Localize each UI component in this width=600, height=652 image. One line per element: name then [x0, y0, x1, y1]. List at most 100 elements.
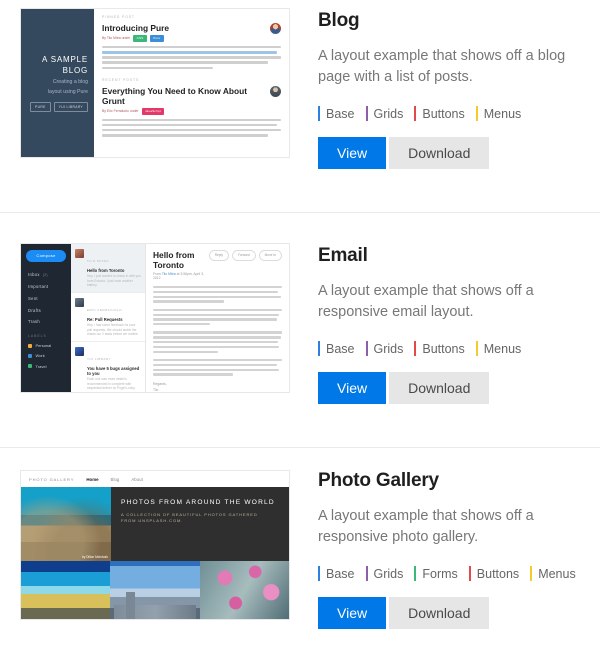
gallery-tag-forms[interactable]: Forms — [414, 566, 458, 581]
text-line — [102, 61, 269, 64]
email-moveto-button[interactable]: Move to — [258, 250, 282, 261]
blog-tag-menus[interactable]: Menus — [475, 106, 521, 121]
photo-gallery-layout-thumbnail[interactable]: PHOTO GALLERY Home Blog About by Dillon … — [20, 470, 290, 620]
tag-bar-icon — [414, 106, 417, 121]
blog-thumb-post-1-title[interactable]: Introducing Pure — [102, 23, 169, 33]
blog-thumb-tagline-line2: layout using Pure — [47, 89, 88, 95]
gallery-tag-base[interactable]: Base — [318, 566, 355, 581]
email-thumb-detail-pane: Hello from Toronto From Tilo Mitra at 3:… — [146, 244, 289, 392]
nav-label: Sent — [28, 295, 38, 301]
email-thumb-nav-inbox[interactable]: Inbox (2) — [26, 269, 66, 281]
gallery-thumb-nav-home[interactable]: Home — [86, 477, 98, 482]
email-thumb-paragraph — [153, 331, 282, 353]
blog-tag-buttons[interactable]: Buttons — [414, 106, 465, 121]
blog-thumb-post-1-pill-css[interactable]: CSS — [133, 35, 147, 42]
blog-thumb-post-2-byline: By Eric Ferraiuolo under — [102, 109, 139, 114]
email-thumb-nav-sent[interactable]: Sent — [26, 292, 66, 304]
gallery-tag-menus[interactable]: Menus — [530, 566, 576, 581]
email-download-button[interactable]: Download — [389, 372, 490, 404]
avatar — [75, 297, 84, 307]
email-thumb-paragraph — [153, 286, 282, 303]
email-tag-base[interactable]: Base — [318, 341, 355, 356]
blog-thumb-pinned-kicker: PINNED POST — [102, 15, 135, 19]
blog-tag-base[interactable]: Base — [318, 106, 355, 121]
text-line — [102, 118, 281, 122]
layout-row-email: Compose Inbox (2) Important Sent Drafts … — [0, 213, 600, 448]
gallery-thumb-brand[interactable]: PHOTO GALLERY — [29, 477, 74, 482]
email-thumb-list-item[interactable]: YUI LIBRARY You have 5 bugs assigned to … — [71, 342, 145, 392]
photo-gallery-view-button[interactable]: View — [318, 597, 387, 629]
nav-label: Drafts — [28, 307, 41, 313]
text-line — [153, 318, 277, 321]
blog-view-button[interactable]: View — [318, 137, 387, 169]
email-view-button[interactable]: View — [318, 372, 387, 404]
blog-thumb-post-2-title[interactable]: Everything You Need to Know About Grunt — [102, 86, 266, 106]
email-thumb-signoff-2: Tilo — [153, 387, 159, 392]
blog-thumb-post-1-pill-pure[interactable]: Pure — [149, 35, 164, 42]
gallery-tag-grids[interactable]: Grids — [365, 566, 403, 581]
email-thumb-nav: Inbox (2) Important Sent Drafts Trash — [26, 269, 66, 328]
text-line — [153, 358, 282, 362]
tag-bar-icon — [468, 566, 471, 581]
blog-tag-list: Base Grids Buttons Menus — [318, 106, 590, 121]
label-text: Work — [35, 353, 45, 359]
email-thumb-detail-head: Hello from Toronto From Tilo Mitra at 3:… — [153, 250, 282, 280]
blog-download-button[interactable]: Download — [389, 137, 490, 169]
blog-thumb-post-1-byline: By Tilo Mitra under — [102, 36, 131, 41]
blog-thumb-post-2-avatar — [270, 85, 281, 97]
blog-thumbnail-column: A SAMPLE BLOG Creating a blog layout usi… — [0, 0, 310, 212]
meta-sender[interactable]: Tilo Mitra — [162, 272, 176, 276]
text-line — [153, 295, 281, 298]
gallery-thumb-hero-photo: by Dillon McIntosh — [21, 487, 111, 561]
text-line — [153, 300, 224, 303]
email-description: A layout example that shows off a respon… — [318, 283, 534, 320]
tag-bar-icon — [414, 566, 417, 581]
gallery-thumb-photo-city[interactable] — [110, 561, 200, 619]
layout-row-blog: A SAMPLE BLOG Creating a blog layout usi… — [0, 0, 600, 213]
photo-gallery-download-button[interactable]: Download — [389, 597, 490, 629]
avatar — [75, 248, 84, 258]
email-thumb-nav-important[interactable]: Important — [26, 281, 66, 293]
gallery-thumb-photo-blossom[interactable] — [199, 561, 289, 619]
email-tag-buttons[interactable]: Buttons — [414, 341, 465, 356]
email-reply-button[interactable]: Reply — [208, 250, 229, 261]
gallery-thumb-photo-field[interactable] — [21, 561, 111, 619]
blog-description: A layout example that shows off a blog p… — [318, 48, 566, 85]
gallery-thumb-photo-grid — [21, 561, 289, 619]
text-line — [153, 336, 281, 339]
blog-thumb-post-2-pill-javascript[interactable]: JavaScript — [141, 107, 165, 115]
email-thumb-label-work[interactable]: Work — [26, 351, 66, 361]
gallery-tag-buttons[interactable]: Buttons — [468, 566, 519, 581]
avatar — [75, 346, 84, 356]
email-layout-thumbnail[interactable]: Compose Inbox (2) Important Sent Drafts … — [20, 243, 290, 393]
email-thumb-message-list: TILO MITRA Hello from Toronto Hey, I jus… — [71, 244, 146, 392]
email-thumb-detail-meta: From Tilo Mitra at 3:56pm, April 3, 2012 — [153, 272, 209, 280]
email-thumb-list-item[interactable]: ERIC FERRAIUOLO Re: Pull Requests Hey, I… — [71, 293, 145, 342]
text-line — [153, 290, 279, 294]
blog-layout-thumbnail[interactable]: A SAMPLE BLOG Creating a blog layout usi… — [20, 8, 290, 158]
email-tag-menus[interactable]: Menus — [475, 341, 521, 356]
gallery-thumb-nav-about[interactable]: About — [131, 477, 142, 482]
blog-tag-grids[interactable]: Grids — [365, 106, 403, 121]
tag-bar-icon — [365, 341, 368, 356]
email-thumb-label-travel[interactable]: Travel — [26, 361, 66, 371]
email-thumbnail-column: Compose Inbox (2) Important Sent Drafts … — [0, 213, 310, 447]
blog-thumb-post-2-head: Everything You Need to Know About Grunt … — [102, 85, 281, 115]
text-line — [102, 128, 281, 132]
gallery-thumb-nav-blog[interactable]: Blog — [111, 477, 120, 482]
email-thumb-compose-button[interactable]: Compose — [26, 250, 66, 262]
email-thumb-label-personal[interactable]: Personal — [26, 341, 66, 351]
email-thumb-nav-drafts[interactable]: Drafts — [26, 304, 66, 316]
blog-thumb-post-1-meta: By Tilo Mitra under CSS Pure — [102, 35, 169, 42]
blog-thumb-yui-button[interactable]: YUI LIBRARY — [53, 102, 88, 112]
blog-thumb-post-2-meta: By Eric Ferraiuolo under JavaScript — [102, 107, 266, 115]
blog-thumb-tagline-line1: Creating a blog — [52, 79, 88, 85]
email-tag-grids[interactable]: Grids — [365, 341, 403, 356]
email-forward-button[interactable]: Forward — [231, 250, 256, 261]
email-thumb-paragraph — [153, 308, 282, 326]
gallery-thumbnail-column: PHOTO GALLERY Home Blog About by Dillon … — [0, 448, 310, 652]
email-thumb-list-item[interactable]: TILO MITRA Hello from Toronto Hey, I jus… — [71, 244, 145, 293]
email-thumb-nav-trash[interactable]: Trash — [26, 316, 66, 328]
text-line — [153, 313, 280, 316]
blog-thumb-pure-button[interactable]: PURE — [30, 102, 51, 112]
